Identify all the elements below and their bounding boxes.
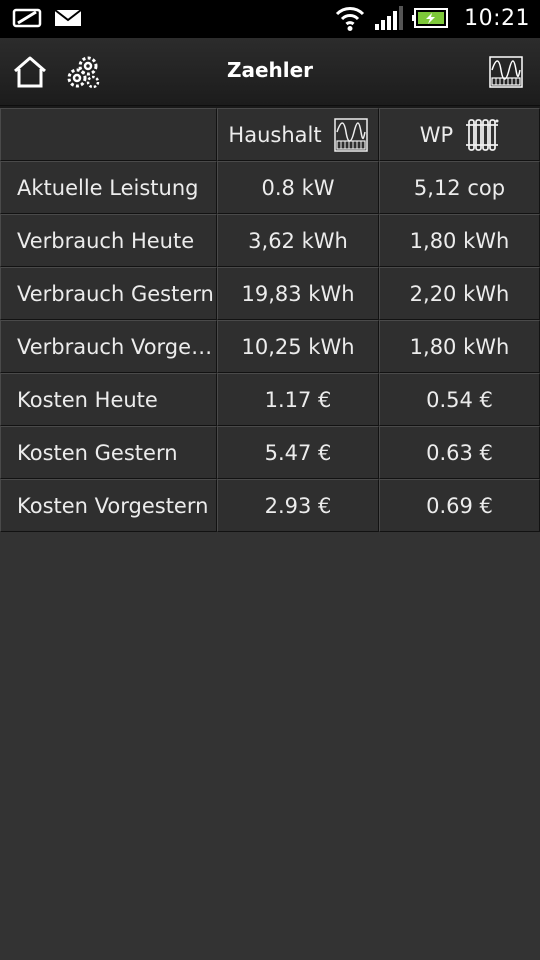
row-label-cell: Kosten Vorgestern — [0, 479, 217, 532]
row-label-cell: Verbrauch Vorgeste... — [0, 320, 217, 373]
wp-value: 1,80 kWh — [379, 320, 540, 373]
status-bar: 10:21 — [0, 0, 540, 38]
wp-value: 1,80 kWh — [379, 214, 540, 267]
action-bar: Zaehler — [0, 38, 540, 106]
meter-icon — [488, 54, 524, 90]
table-row: Verbrauch Gestern 19,83 kWh 2,20 kWh — [0, 267, 540, 320]
table-row: Kosten Heute 1.17 € 0.54 € — [0, 373, 540, 426]
header-cell-haushalt: Haushalt — [217, 108, 379, 161]
row-label-cell: Aktuelle Leistung — [0, 161, 217, 214]
row-label: Verbrauch Heute — [17, 228, 195, 253]
signal-icon — [374, 5, 404, 31]
row-label: Verbrauch Vorgeste... — [17, 334, 215, 359]
row-label: Kosten Gestern — [17, 440, 178, 465]
table-row: Aktuelle Leistung 0.8 kW 5,12 cop — [0, 161, 540, 214]
haushalt-value: 10,25 kWh — [217, 320, 379, 373]
table-row: Kosten Vorgestern 2.93 € 0.69 € — [0, 479, 540, 532]
header-cell-wp: WP — [379, 108, 540, 161]
haushalt-value: 5.47 € — [217, 426, 379, 479]
table-row: Verbrauch Heute 3,62 kWh 1,80 kWh — [0, 214, 540, 267]
haushalt-value: 3,62 kWh — [217, 214, 379, 267]
battery-charging-icon — [412, 6, 449, 30]
notification-icon — [12, 7, 42, 29]
row-label-cell: Verbrauch Gestern — [0, 267, 217, 320]
header-cell-empty — [0, 108, 217, 161]
table-row: Kosten Gestern 5.47 € 0.63 € — [0, 426, 540, 479]
wp-value: 0.54 € — [379, 373, 540, 426]
table-row: Verbrauch Vorgeste... 10,25 kWh 1,80 kWh — [0, 320, 540, 373]
meter-button[interactable] — [486, 52, 526, 92]
row-label: Verbrauch Gestern — [17, 281, 214, 306]
meter-icon — [333, 117, 368, 153]
clock: 10:21 — [464, 5, 530, 31]
row-label-cell: Kosten Heute — [0, 373, 217, 426]
row-label: Kosten Vorgestern — [17, 493, 209, 518]
radiator-icon — [465, 117, 499, 153]
table-header-row: Haushalt WP — [0, 108, 540, 161]
haushalt-value: 19,83 kWh — [217, 267, 379, 320]
wp-value: 5,12 cop — [379, 161, 540, 214]
haushalt-value: 1.17 € — [217, 373, 379, 426]
haushalt-value: 0.8 kW — [217, 161, 379, 214]
wp-value: 0.69 € — [379, 479, 540, 532]
row-label: Kosten Heute — [17, 387, 158, 412]
mail-icon — [54, 7, 82, 29]
row-label-cell: Verbrauch Heute — [0, 214, 217, 267]
column-header-label: Haushalt — [228, 122, 322, 147]
row-label-cell: Kosten Gestern — [0, 426, 217, 479]
haushalt-value: 2.93 € — [217, 479, 379, 532]
wifi-icon — [334, 4, 366, 32]
column-header-label: WP — [419, 122, 454, 147]
row-label: Aktuelle Leistung — [17, 175, 199, 200]
page-title: Zaehler — [226, 58, 314, 82]
wp-value: 2,20 kWh — [379, 267, 540, 320]
wp-value: 0.63 € — [379, 426, 540, 479]
meter-table: Haushalt WP Aktuelle Leistung 0.8 kW 5,1… — [0, 108, 540, 532]
